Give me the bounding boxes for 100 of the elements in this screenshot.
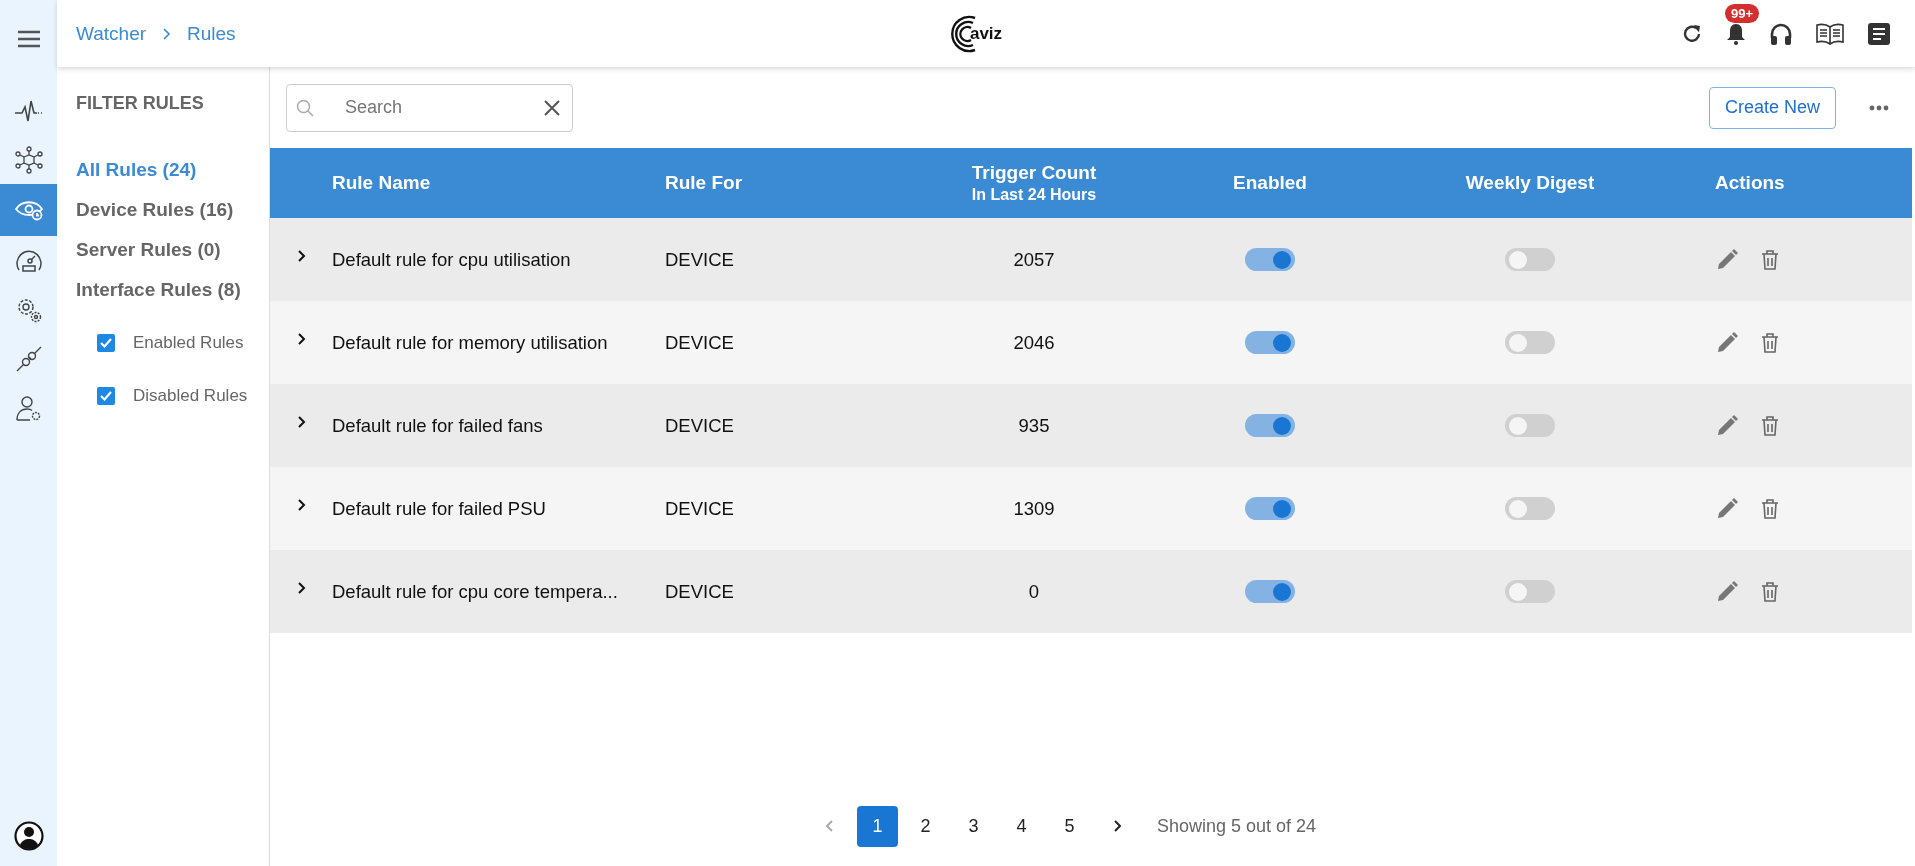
column-header: Actions — [1714, 172, 1786, 194]
nav-item[interactable] — [0, 184, 57, 236]
rule-name: Default rule for failed PSU — [332, 497, 547, 520]
trigger-count: 2046 — [1012, 331, 1056, 354]
page-button[interactable]: 2 — [904, 805, 946, 847]
pencil-icon — [1715, 579, 1739, 604]
user-icon — [13, 821, 44, 851]
create-new-button[interactable]: Create New — [1708, 86, 1836, 129]
edit-button[interactable] — [1715, 247, 1739, 272]
rule-for: DEVICE — [665, 580, 735, 603]
chevron-right-icon — [296, 580, 306, 595]
eye-icon — [13, 198, 44, 222]
edit-button[interactable] — [1715, 496, 1739, 521]
pencil-icon — [1715, 413, 1739, 438]
pencil-icon — [1715, 247, 1739, 272]
filter-item[interactable]: Device Rules (16) — [76, 190, 269, 230]
rule-name: Default rule for cpu core tempera... — [332, 580, 619, 603]
filter-item[interactable]: All Rules (24) — [76, 150, 269, 190]
menu-icon — [16, 30, 41, 48]
delete-button[interactable] — [1761, 332, 1779, 353]
bell-icon — [1725, 21, 1747, 46]
weekly-digest-toggle[interactable] — [1505, 331, 1555, 354]
enabled-toggle[interactable] — [1245, 331, 1295, 354]
page-button[interactable]: 3 — [952, 805, 994, 847]
table-row[interactable]: Default rule for cpu utilisation DEVICE 2057 — [270, 218, 1912, 301]
trigger-count: 2057 — [1012, 248, 1056, 271]
enabled-toggle[interactable] — [1245, 580, 1295, 603]
weekly-digest-toggle[interactable] — [1505, 414, 1555, 437]
search-field[interactable]: Search — [286, 83, 573, 132]
filter-item[interactable]: Server Rules (0) — [76, 230, 269, 270]
column-header: Weekly Digest — [1464, 172, 1596, 194]
chevron-right-icon — [1112, 819, 1122, 833]
page-button[interactable]: 1 — [856, 805, 898, 847]
notification-badge: 99+ — [1725, 3, 1760, 23]
delete-button[interactable] — [1761, 249, 1779, 270]
delete-button[interactable] — [1761, 415, 1779, 436]
chevron-right-icon — [296, 414, 306, 429]
pagination-summary: Showing 5 out of 24 — [1156, 815, 1317, 837]
breadcrumb-link[interactable]: Watcher — [76, 22, 147, 45]
chevron-right-icon — [162, 26, 172, 41]
checkbox[interactable] — [97, 333, 115, 352]
checkbox[interactable] — [97, 386, 115, 405]
weekly-digest-toggle[interactable] — [1505, 497, 1555, 520]
chevron-right-icon — [296, 248, 306, 263]
more-icon — [1869, 104, 1889, 111]
network-icon — [14, 145, 43, 174]
chevron-right-icon — [296, 331, 306, 346]
pencil-icon — [1715, 330, 1739, 355]
page-button[interactable]: 4 — [1000, 805, 1042, 847]
delete-button[interactable] — [1761, 498, 1779, 519]
enabled-toggle[interactable] — [1245, 248, 1295, 271]
notes-button[interactable] — [1867, 21, 1891, 46]
rule-name: Default rule for cpu utilisation — [332, 248, 572, 271]
rule-name: Default rule for failed fans — [332, 414, 544, 437]
trash-icon — [1761, 332, 1779, 353]
trash-icon — [1761, 581, 1779, 602]
rule-name: Default rule for memory utilisation — [332, 331, 609, 354]
docs-button[interactable] — [1815, 21, 1845, 46]
column-header: Rule For — [665, 172, 744, 194]
rule-for: DEVICE — [665, 331, 735, 354]
checkbox-label: Disabled Rules — [133, 385, 248, 406]
rule-for: DEVICE — [665, 248, 735, 271]
weekly-digest-toggle[interactable] — [1505, 580, 1555, 603]
table-row[interactable]: Default rule for memory utilisation DEVICE 2046 — [270, 301, 1912, 384]
filter-item[interactable]: Interface Rules (8) — [76, 270, 269, 310]
clear-icon[interactable] — [543, 98, 561, 117]
column-header: Trigger Count — [971, 162, 1097, 184]
chevron-left-icon — [824, 819, 834, 833]
user-gear-icon — [14, 393, 43, 422]
edit-button[interactable] — [1715, 413, 1739, 438]
rule-for: DEVICE — [665, 414, 735, 437]
document-icon — [1867, 21, 1891, 46]
table-row[interactable]: Default rule for cpu core tempera... DEVICE 0 — [270, 550, 1912, 633]
checkbox-label: Enabled Rules — [133, 332, 244, 353]
edit-button[interactable] — [1715, 330, 1739, 355]
trigger-count: 935 — [1017, 414, 1051, 437]
headphones-icon — [1769, 21, 1793, 46]
weekly-digest-toggle[interactable] — [1505, 248, 1555, 271]
more-button[interactable] — [1869, 104, 1889, 111]
trash-icon — [1761, 498, 1779, 519]
refresh-icon — [1681, 22, 1703, 45]
trash-icon — [1761, 249, 1779, 270]
notifications-button[interactable] — [1725, 21, 1747, 46]
support-button[interactable] — [1769, 21, 1793, 46]
delete-button[interactable] — [1761, 581, 1779, 602]
page-button[interactable]: 5 — [1048, 805, 1090, 847]
enabled-toggle[interactable] — [1245, 414, 1295, 437]
edit-button[interactable] — [1715, 579, 1739, 604]
table-row[interactable]: Default rule for failed PSU DEVICE 1309 — [270, 467, 1912, 550]
refresh-button[interactable] — [1681, 22, 1703, 45]
trigger-count: 1309 — [1012, 497, 1056, 520]
enabled-toggle[interactable] — [1245, 497, 1295, 520]
table-row[interactable]: Default rule for failed fans DEVICE 935 — [270, 384, 1912, 467]
breadcrumb-link[interactable]: Rules — [187, 22, 236, 45]
chevron-right-icon — [296, 497, 306, 512]
column-subheader: In Last 24 Hours — [971, 186, 1097, 204]
search-icon — [296, 98, 314, 117]
trash-icon — [1761, 415, 1779, 436]
book-icon — [1815, 21, 1845, 46]
rule-for: DEVICE — [665, 497, 735, 520]
